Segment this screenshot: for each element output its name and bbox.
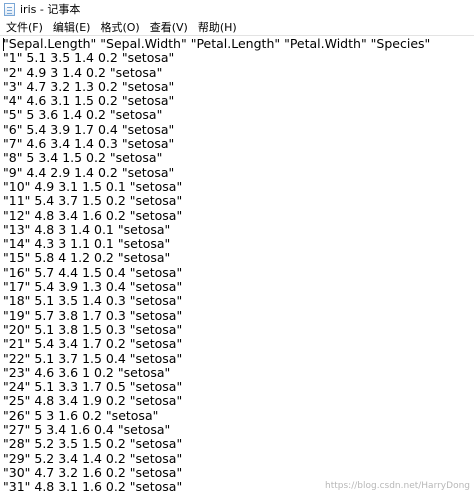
text-line: "14" 4.3 3 1.1 0.1 "setosa" [3,236,171,252]
text-line: "5" 5 3.6 1.4 0.2 "setosa" [3,107,163,123]
text-line: "12" 4.8 3.4 1.6 0.2 "setosa" [3,207,183,223]
menu-help[interactable]: 帮助(H) [194,19,243,35]
title-bar: iris - 记事本 [0,0,474,18]
text-line: "2" 4.9 3 1.4 0.2 "setosa" [3,64,163,80]
text-line: "7" 4.6 3.4 1.4 0.3 "setosa" [3,136,175,152]
text-line: "8" 5 3.4 1.5 0.2 "setosa" [3,150,163,166]
menu-view[interactable]: 查看(V) [146,19,194,35]
text-line: "16" 5.7 4.4 1.5 0.4 "setosa" [3,264,183,280]
text-line: "29" 5.2 3.4 1.4 0.2 "setosa" [3,450,183,466]
menu-bar: 文件(F) 编辑(E) 格式(O) 查看(V) 帮助(H) [0,18,474,35]
text-line: "22" 5.1 3.7 1.5 0.4 "setosa" [3,350,183,366]
text-line: "10" 4.9 3.1 1.5 0.1 "setosa" [3,178,183,194]
text-line: "1" 5.1 3.5 1.4 0.2 "setosa" [3,50,175,66]
text-line: "25" 4.8 3.4 1.9 0.2 "setosa" [3,393,183,409]
text-line: "28" 5.2 3.5 1.5 0.2 "setosa" [3,436,183,452]
menu-file[interactable]: 文件(F) [2,19,49,35]
window-title: iris - 记事本 [20,3,81,16]
text-line: "20" 5.1 3.8 1.5 0.3 "setosa" [3,321,183,337]
text-line: "15" 5.8 4 1.2 0.2 "setosa" [3,250,171,266]
menu-format[interactable]: 格式(O) [96,19,145,35]
text-editor[interactable]: "Sepal.Length" "Sepal.Width" "Petal.Leng… [0,36,474,495]
text-caret [3,38,4,51]
text-line: "18" 5.1 3.5 1.4 0.3 "setosa" [3,293,183,309]
text-line: "11" 5.4 3.7 1.5 0.2 "setosa" [3,193,183,209]
menu-edit[interactable]: 编辑(E) [49,19,97,35]
notepad-icon [4,2,15,16]
document-text[interactable]: "Sepal.Length" "Sepal.Width" "Petal.Leng… [3,36,474,495]
text-line: "23" 4.6 3.6 1 0.2 "setosa" [3,364,171,380]
text-line: "9" 4.4 2.9 1.4 0.2 "setosa" [3,164,175,180]
text-line: "24" 5.1 3.3 1.7 0.5 "setosa" [3,379,183,395]
text-line: "4" 4.6 3.1 1.5 0.2 "setosa" [3,93,175,109]
text-line: "17" 5.4 3.9 1.3 0.4 "setosa" [3,279,183,295]
watermark: https://blog.csdn.net/HarryDong [325,481,470,491]
text-line: "Sepal.Length" "Sepal.Width" "Petal.Leng… [3,36,431,51]
text-line: "26" 5 3 1.6 0.2 "setosa" [3,407,159,423]
notepad-window: iris - 记事本 文件(F) 编辑(E) 格式(O) 查看(V) 帮助(H)… [0,0,474,495]
text-line: "3" 4.7 3.2 1.3 0.2 "setosa" [3,78,175,94]
text-line: "6" 5.4 3.9 1.7 0.4 "setosa" [3,121,175,137]
text-line: "27" 5 3.4 1.6 0.4 "setosa" [3,422,171,438]
text-line: "30" 4.7 3.2 1.6 0.2 "setosa" [3,464,183,480]
text-line: "19" 5.7 3.8 1.7 0.3 "setosa" [3,307,183,323]
text-line: "21" 5.4 3.4 1.7 0.2 "setosa" [3,336,183,352]
text-line: "13" 4.8 3 1.4 0.1 "setosa" [3,221,171,237]
